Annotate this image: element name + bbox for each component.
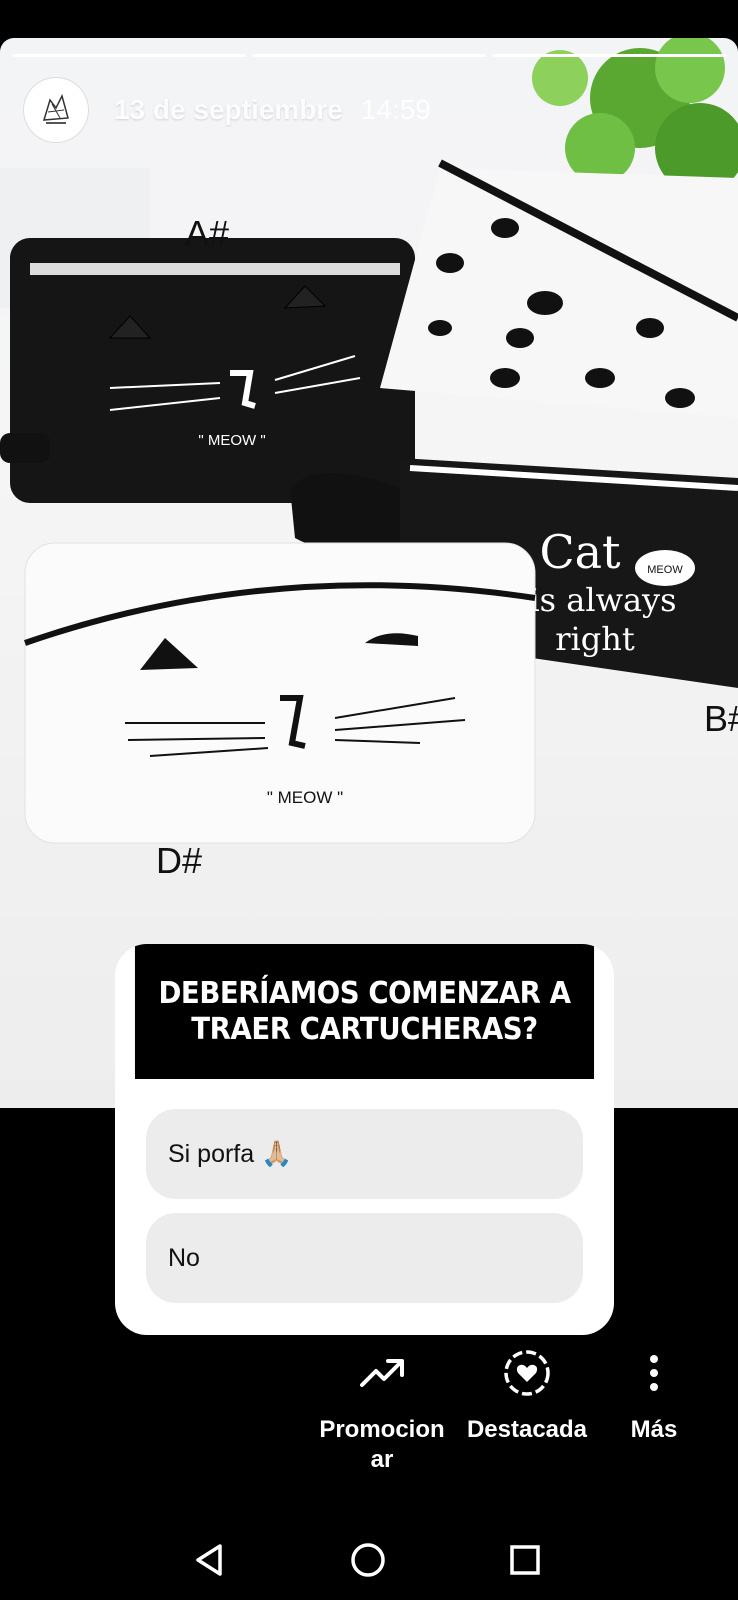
android-nav-bar [0, 1530, 738, 1600]
label-a: A# [185, 213, 229, 254]
pouch-b-text-always: is always [529, 581, 676, 619]
poll-question: DEBERÍAMOS COMENZAR A TRAER CARTUCHERAS? [134, 944, 595, 1079]
pouch-d-meow-text: " MEOW " [267, 788, 343, 807]
story-progress [12, 54, 726, 57]
poll-option-si[interactable]: Si porfa 🙏🏼 [146, 1109, 583, 1199]
more-label: Más [630, 1416, 678, 1443]
promote-button[interactable]: Promocionar [314, 1345, 450, 1475]
progress-segment [12, 54, 246, 57]
trending-up-icon [314, 1345, 450, 1401]
cat-logo-icon [42, 93, 69, 124]
story-header: 13 de septiembre 14:59 [24, 78, 431, 142]
nav-recents-button[interactable] [495, 1530, 555, 1590]
progress-segment [492, 54, 726, 57]
promote-label: Promocionar [319, 1416, 445, 1473]
highlight-label: Destacada [466, 1416, 588, 1443]
back-triangle-icon [196, 1544, 222, 1576]
home-circle-icon [351, 1543, 385, 1577]
story-actions: Promocionar Destacada Más [0, 1345, 738, 1485]
avatar[interactable] [24, 78, 88, 142]
label-d: D# [156, 840, 202, 881]
pouch-a [0, 238, 415, 503]
poll-option-no[interactable]: No [146, 1213, 583, 1303]
pouch-b-text-cat: Cat [539, 525, 621, 579]
pouch-a-meow-text: " MEOW " [198, 432, 265, 449]
label-b: B# [704, 698, 738, 739]
recents-square-icon [510, 1545, 540, 1575]
nav-home-button[interactable] [338, 1530, 398, 1590]
progress-segment [252, 54, 486, 57]
highlight-button[interactable]: Destacada [462, 1345, 592, 1445]
pouch-b-bubble-text: MEOW [647, 564, 683, 576]
highlight-heart-icon [462, 1345, 592, 1401]
story-date: 13 de septiembre [114, 94, 343, 125]
more-vertical-icon [614, 1345, 694, 1401]
nav-back-button[interactable] [180, 1530, 240, 1590]
poll-sticker: DEBERÍAMOS COMENZAR A TRAER CARTUCHERAS?… [115, 944, 614, 1335]
plant-decoration [532, 38, 738, 193]
pouch-top-right [380, 159, 738, 418]
pouch-b-text-right: right [555, 620, 635, 658]
story-time: 14:59 [360, 94, 431, 125]
more-button[interactable]: Más [614, 1345, 694, 1445]
